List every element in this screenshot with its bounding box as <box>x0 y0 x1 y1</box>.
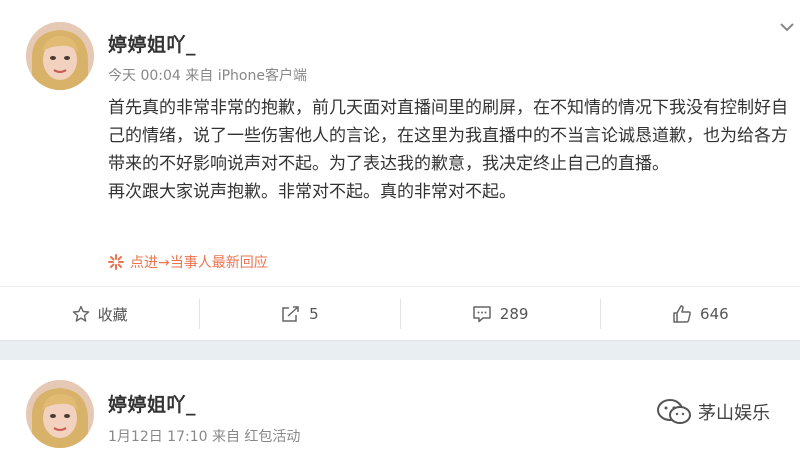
repost-count: 5 <box>309 305 319 323</box>
star-icon <box>72 305 89 322</box>
username[interactable]: 婷婷姐吖_ <box>108 390 196 417</box>
avatar[interactable] <box>26 380 94 448</box>
like-count: 646 <box>700 305 729 323</box>
comment-button[interactable]: 289 <box>399 299 600 329</box>
username[interactable]: 婷婷姐吖_ <box>108 30 196 57</box>
flower-icon <box>108 254 124 270</box>
wechat-icon <box>657 399 691 424</box>
weibo-post: 婷婷姐吖_ 今天 00:04 来自 iPhone客户端 首先真的非常非常的抱歉，… <box>0 0 800 340</box>
comment-icon <box>473 306 491 323</box>
post-meta: 今天 00:04 来自 iPhone客户端 <box>108 68 307 84</box>
like-button[interactable]: 646 <box>599 299 800 329</box>
post-paragraph: 再次跟大家说声抱歉。非常对不起。真的非常对不起。 <box>108 182 516 202</box>
avatar[interactable] <box>26 22 94 90</box>
watermark-text: 茅山娱乐 <box>698 403 770 424</box>
share-icon <box>282 306 299 322</box>
watermark: 茅山娱乐 <box>656 398 770 426</box>
post-meta: 1月12日 17:10 来自 红包活动 <box>108 429 301 445</box>
post-content: 首先真的非常非常的抱歉，前几天面对直播间里的刷屏，在不知情的情况下我没有控制好自… <box>108 94 798 206</box>
chevron-down-icon[interactable] <box>780 22 794 32</box>
post-separator <box>0 340 800 361</box>
post-paragraph: 首先真的非常非常的抱歉，前几天面对直播间里的刷屏，在不知情的情况下我没有控制好自… <box>108 98 788 174</box>
reply-link-label: 点进→当事人最新回应 <box>130 255 268 271</box>
action-bar: 收藏 5 289 646 <box>0 286 800 341</box>
favorite-button[interactable]: 收藏 <box>0 299 199 329</box>
repost-button[interactable]: 5 <box>199 299 399 329</box>
thumbs-up-icon <box>673 305 691 323</box>
comment-count: 289 <box>499 305 529 323</box>
reply-link[interactable]: 点进→当事人最新回应 <box>108 252 268 272</box>
favorite-label: 收藏 <box>97 305 128 324</box>
